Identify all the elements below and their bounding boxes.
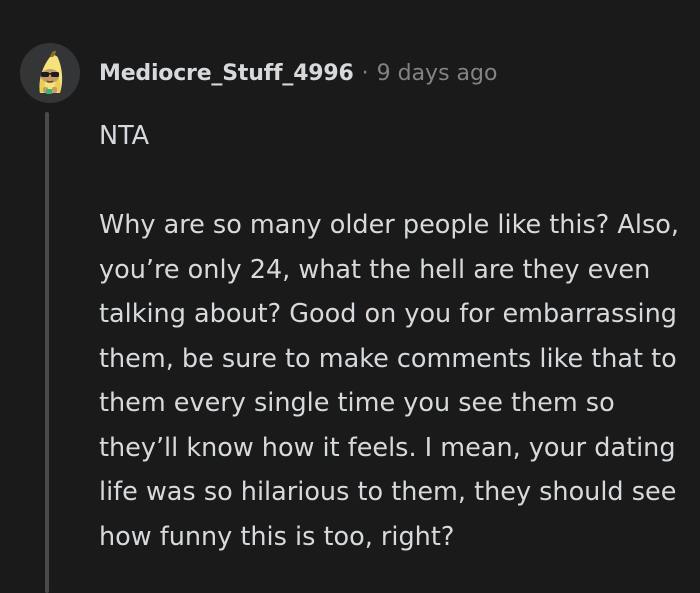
- username-link[interactable]: Mediocre_Stuff_4996: [99, 61, 354, 86]
- comment-paragraph: Why are so many older people like this? …: [99, 210, 679, 552]
- thread-line[interactable]: [45, 112, 49, 593]
- comment-paragraph: NTA: [99, 121, 150, 151]
- timestamp[interactable]: 9 days ago: [377, 61, 498, 86]
- banana-avatar-icon[interactable]: [20, 43, 80, 103]
- comment: Mediocre_Stuff_4996 · 9 days ago NTA Why…: [0, 0, 700, 593]
- comment-meta: Mediocre_Stuff_4996 · 9 days ago: [99, 58, 497, 88]
- comment-body: NTA Why are so many older people like th…: [99, 114, 689, 559]
- meta-separator: ·: [361, 60, 369, 86]
